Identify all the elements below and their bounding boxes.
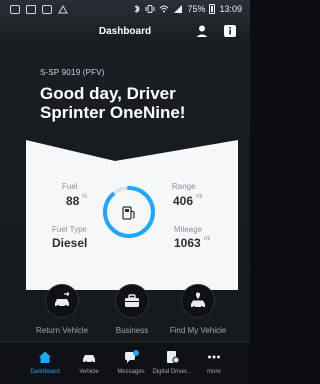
car-icon: [81, 349, 97, 365]
range-unit: mi: [196, 194, 203, 200]
briefcase-icon: [115, 284, 149, 318]
nav-label-dashboard: Dashboard: [30, 369, 60, 375]
bluetooth-icon: [135, 4, 141, 14]
signal-off-icon: [58, 4, 68, 14]
fuel-unit: %: [82, 194, 88, 200]
car-location-icon: [181, 284, 215, 318]
fuel-type-label: Fuel Type: [52, 225, 87, 234]
message-icon: [42, 5, 52, 14]
return-vehicle-icon: [45, 284, 79, 318]
fuel-value: 88: [66, 194, 80, 208]
nav-item-dashboard[interactable]: Dashboard: [20, 349, 70, 375]
return-vehicle-button[interactable]: Return Vehicle: [31, 284, 93, 335]
info-icon[interactable]: [222, 23, 238, 39]
greeting: Good day, Driver Sprinter OneNine!: [40, 84, 186, 122]
gallery-icon: [26, 5, 36, 14]
screen: 75% 13:09 Dashboard S-SP 9019 (PFV) Good…: [0, 0, 250, 384]
mileage-value: 1063: [174, 236, 201, 250]
battery-icon: [209, 4, 216, 14]
fuel-type-value: Diesel: [52, 236, 88, 250]
battery-percent: 75%: [187, 4, 206, 14]
bottom-nav: Dashboard Vehicle Messages Digital Drive…: [0, 342, 250, 384]
header-actions: [194, 23, 238, 39]
business-label: Business: [115, 326, 149, 335]
wifi-icon: [160, 5, 169, 13]
status-left-icons: [10, 4, 68, 14]
range-value: 406: [173, 194, 194, 208]
nav-item-more[interactable]: more: [189, 349, 239, 375]
home-icon: [37, 349, 53, 365]
range-label: Range: [172, 182, 196, 191]
notification-icon: [10, 5, 20, 14]
business-button[interactable]: Business: [101, 284, 163, 335]
return-vehicle-label: Return Vehicle: [35, 326, 89, 335]
mileage-unit: mi: [204, 236, 211, 242]
more-icon: [206, 349, 222, 365]
status-right: 75% 13:09: [133, 4, 242, 14]
quick-actions: Return Vehicle Business Find My Vehicle: [0, 284, 250, 342]
fuel-pump-icon: [121, 205, 137, 221]
mileage-label: Mileage: [174, 225, 203, 234]
messages-icon: [123, 349, 139, 365]
nav-label-more: more: [207, 369, 221, 375]
status-bar: 75% 13:09: [0, 0, 250, 20]
user-icon[interactable]: [194, 23, 210, 39]
find-my-vehicle-button[interactable]: Find My Vehicle: [167, 284, 229, 335]
find-my-vehicle-label: Find My Vehicle: [169, 326, 227, 335]
fuel-label: Fuel: [62, 182, 78, 191]
vehicle-plate: S-SP 9019 (PFV): [40, 68, 105, 77]
document-icon: [164, 349, 180, 365]
vibrate-icon: [145, 5, 155, 13]
cellular-icon: [174, 5, 183, 13]
time: 13:09: [219, 4, 242, 14]
